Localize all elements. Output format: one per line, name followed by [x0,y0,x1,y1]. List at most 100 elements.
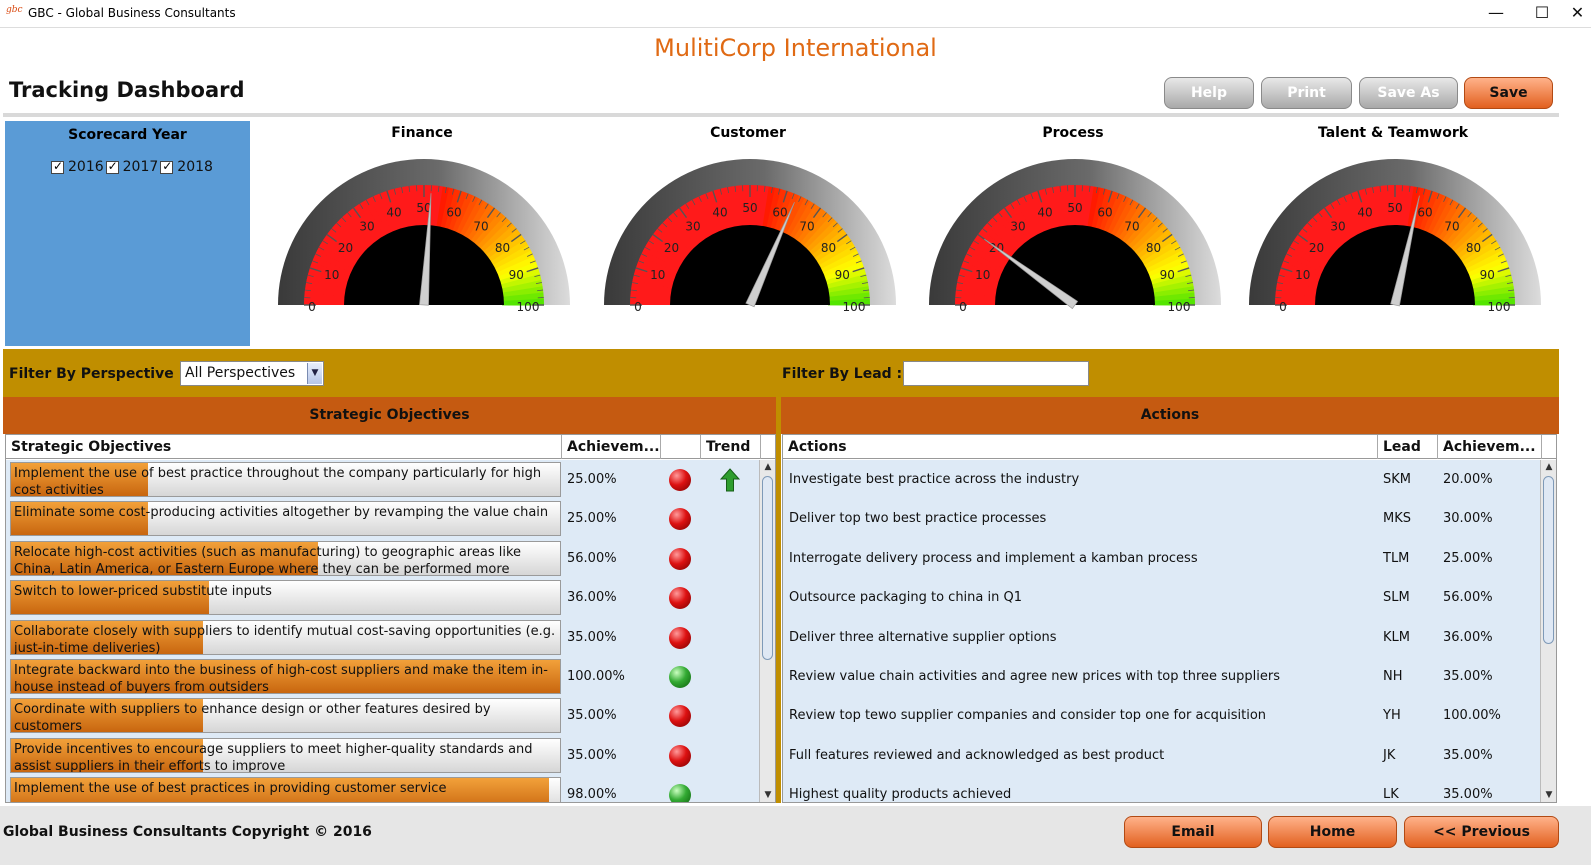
minimize-icon[interactable]: — [1473,0,1519,28]
table-row[interactable]: Full features reviewed and acknowledged … [783,736,1556,775]
close-icon[interactable]: ✕ [1564,0,1591,28]
scroll-up-icon[interactable]: ▲ [1541,460,1556,474]
gauge-tick-label: 10 [1295,268,1310,282]
perspective-select[interactable]: All Perspectives ▼ [180,361,324,386]
objective-progress-cell[interactable]: Eliminate some cost-producing activities… [10,501,561,537]
gauge-finance: Finance 0 10 20 30 40 50 60 70 80 90 100 [262,121,582,346]
actions-scrollbar[interactable]: ▲ ▼ [1540,460,1556,802]
year-label: 2016 [68,159,104,175]
objective-progress-cell[interactable]: Integrate backward into the business of … [10,659,561,694]
scorecard-year-title: Scorecard Year [68,127,187,143]
status-green-icon [669,666,691,688]
objective-progress-cell[interactable]: Implement the use of best practices in p… [10,777,561,802]
table-row[interactable]: Interrogate delivery process and impleme… [783,539,1556,578]
window-title: GBC - Global Business Consultants [28,6,236,20]
table-row[interactable]: Highest quality products achieved LK 35.00… [783,775,1556,802]
status-red-icon [669,547,691,570]
checkbox-year-2018[interactable] [160,159,174,174]
lead-filter-input[interactable] [903,361,1089,386]
gauge-tick-label: 40 [712,206,727,220]
col-achievement[interactable]: Achievem... [1438,435,1542,459]
table-row[interactable]: Coordinate with suppliers to enhance des… [6,696,775,735]
gauge-tick-label: 20 [1309,241,1324,255]
objective-progress-cell[interactable]: Relocate high-cost activities (such as m… [10,540,561,576]
chevron-down-icon[interactable]: ▼ [307,363,322,384]
table-row[interactable]: Review value chain activities and agree … [783,657,1556,696]
checkbox-year-2017[interactable] [105,159,119,174]
gauge-tick-label: 30 [359,220,374,234]
gauge-tick-label: 50 [742,201,757,215]
scroll-up-icon[interactable]: ▲ [760,460,775,474]
table-row[interactable]: Investigate best practice across the ind… [783,460,1556,499]
gauge-tick-label: 0 [308,300,316,314]
checkbox-year-2016[interactable] [51,159,64,174]
copyright-text: Global Business Consultants Copyright © … [3,824,372,840]
print-button[interactable]: Print [1261,77,1352,109]
action-achievement: 56.00% [1443,590,1493,606]
objective-achievement: 56.00% [567,550,617,566]
col-strategic-objectives[interactable]: Strategic Objectives [6,435,562,459]
action-achievement: 35.00% [1443,787,1493,802]
table-row[interactable]: Implement the use of best practices in p… [6,775,775,802]
gauge-tick-label: 50 [1067,201,1082,215]
status-green-icon [669,784,691,802]
gauge-tick-label: 90 [1160,268,1175,282]
table-row[interactable]: Switch to lower-priced substitute inputs… [6,578,775,617]
col-achievement[interactable]: Achievem... [562,435,661,459]
table-row[interactable]: Deliver top two best practice processes M… [783,499,1556,538]
table-row[interactable]: Implement the use of best practice throu… [6,460,775,499]
col-trend[interactable]: Trend [701,435,761,459]
email-button[interactable]: Email [1124,816,1262,848]
objectives-scrollbar[interactable]: ▲ ▼ [759,460,775,802]
table-row[interactable]: Collaborate closely with suppliers to id… [6,618,775,657]
save-button[interactable]: Save [1464,77,1553,109]
objective-progress-cell[interactable]: Provide incentives to encourage supplier… [10,737,561,773]
gauge-tick-label: 100 [843,300,866,314]
objective-progress-cell[interactable]: Switch to lower-priced substitute inputs [10,580,561,616]
col-lead[interactable]: Lead [1378,435,1438,459]
action-lead: LK [1383,787,1399,802]
scroll-thumb[interactable] [762,476,773,660]
scroll-down-icon[interactable]: ▼ [1541,788,1556,802]
action-text: Full features reviewed and acknowledged … [789,747,1165,763]
action-achievement: 25.00% [1443,550,1493,566]
table-row[interactable]: Provide incentives to encourage supplier… [6,736,775,775]
gauge-dial: 0 10 20 30 40 50 60 70 80 90 100 [604,159,896,314]
gauge-tick-label: 100 [1488,300,1511,314]
table-row[interactable]: Review top tewo supplier companies and c… [783,696,1556,735]
objective-text: Coordinate with suppliers to enhance des… [14,702,491,734]
home-button[interactable]: Home [1268,816,1397,848]
maximize-icon[interactable]: ☐ [1519,0,1565,28]
strategic-objectives-header: Strategic Objectives [3,397,776,434]
action-text: Interrogate delivery process and impleme… [789,550,1198,566]
gauge-tick-label: 90 [835,268,850,282]
help-button[interactable]: Help [1164,77,1254,109]
objective-achievement: 35.00% [567,747,617,763]
previous-button[interactable]: << Previous [1404,816,1559,848]
col-status[interactable] [661,435,701,459]
objective-progress-cell[interactable]: Implement the use of best practice throu… [10,462,561,497]
table-row[interactable]: Outsource packaging to china in Q1 SLM 56.… [783,578,1556,617]
action-text: Deliver three alternative supplier optio… [789,629,1057,645]
trend-up-arrow-icon [720,468,740,492]
gauge-tick-label: 0 [959,300,967,314]
action-lead: SKM [1383,472,1411,487]
objective-achievement: 25.00% [567,511,617,527]
table-row[interactable]: Integrate backward into the business of … [6,657,775,696]
gauge-tick-label: 70 [1444,220,1459,234]
objective-progress-cell[interactable]: Coordinate with suppliers to enhance des… [10,698,561,734]
page-title: Tracking Dashboard [9,78,245,102]
gauge-tick-label: 20 [338,241,353,255]
gauge-tick-label: 0 [634,300,642,314]
objective-progress-cell[interactable]: Collaborate closely with suppliers to id… [10,619,561,655]
col-actions[interactable]: Actions [783,435,1378,459]
header-divider [3,113,1559,117]
objective-achievement: 36.00% [567,590,617,606]
gauge-dial: 0 10 20 30 40 50 60 70 80 90 100 [1249,159,1541,314]
table-row[interactable]: Deliver three alternative supplier optio… [783,618,1556,657]
scroll-thumb[interactable] [1543,476,1554,644]
table-row[interactable]: Relocate high-cost activities (such as m… [6,539,775,578]
scroll-down-icon[interactable]: ▼ [760,788,775,802]
table-row[interactable]: Eliminate some cost-producing activities… [6,499,775,538]
save-as-button[interactable]: Save As [1359,77,1458,109]
